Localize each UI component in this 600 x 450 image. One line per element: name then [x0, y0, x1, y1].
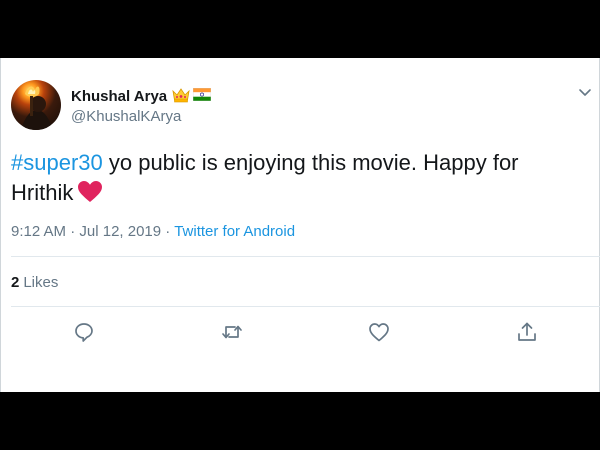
likes-count: 2 — [11, 274, 20, 291]
red-heart-icon — [77, 180, 103, 212]
india-flag-icon — [192, 87, 212, 106]
retweet-icon[interactable] — [220, 320, 244, 344]
display-name[interactable]: Khushal Arya — [71, 87, 167, 107]
avatar[interactable] — [11, 80, 61, 130]
likes-stat[interactable]: 2 Likes — [11, 273, 58, 293]
divider — [11, 256, 600, 257]
user-handle[interactable]: @KhushalKArya — [71, 107, 181, 127]
like-icon[interactable] — [367, 320, 391, 344]
crown-icon — [172, 87, 190, 108]
share-icon[interactable] — [515, 320, 539, 344]
reply-icon[interactable] — [72, 320, 96, 344]
chevron-down-icon[interactable] — [577, 84, 593, 100]
meta-separator-2: · — [161, 223, 175, 240]
divider — [11, 306, 600, 307]
tweet-meta: 9:12 AM · Jul 12, 2019 · Twitter for And… — [11, 222, 295, 242]
tweet-card: Khushal Arya @KhushalKArya #super30 yo p… — [0, 58, 600, 392]
likes-label: Likes — [23, 274, 59, 291]
tweet-time[interactable]: 9:12 AM — [11, 223, 66, 240]
meta-separator: · — [66, 223, 80, 240]
tweet-date[interactable]: Jul 12, 2019 — [79, 223, 161, 240]
tweet-text: #super30 yo public is enjoying this movi… — [11, 148, 581, 212]
tweet-source-link[interactable]: Twitter for Android — [174, 223, 295, 240]
hashtag-link[interactable]: #super30 — [11, 150, 103, 175]
name-row: Khushal Arya — [71, 87, 212, 108]
